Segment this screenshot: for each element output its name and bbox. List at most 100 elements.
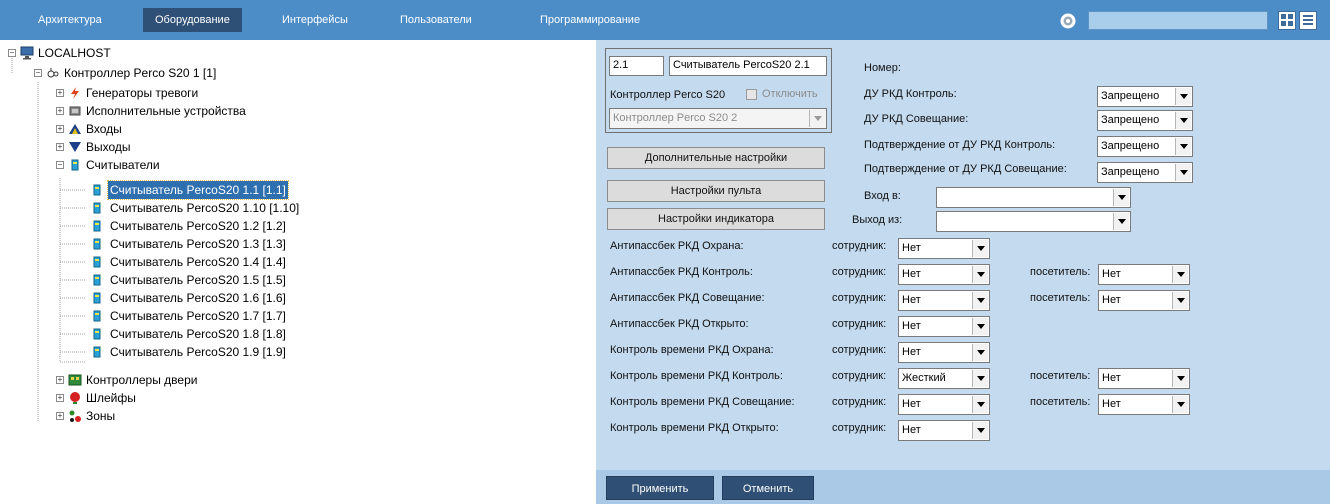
employee-label: сотрудник: [832,292,887,304]
computer-icon [20,46,34,60]
grid-view-icon[interactable] [1278,11,1296,30]
visitor-label: посетитель: [1030,396,1091,408]
row-label: Контроль времени РКД Совещание: [610,396,795,408]
equipment-tree: − LOCALHOST − Контроллер Perco S20 1 [1]… [6,40,596,504]
row-label: Контроль времени РКД Контроль: [610,370,783,382]
apply-button[interactable]: Применить [606,476,714,500]
expand-icon[interactable]: + [56,412,64,420]
expand-icon[interactable]: + [56,107,64,115]
select-value: Нет [1102,268,1121,280]
select-value: Нет [902,346,921,358]
disable-checkbox[interactable] [746,89,757,100]
chevron-down-icon [1172,266,1188,283]
tree-node-label: Считыватель PercoS20 1.4 [1.4] [110,255,286,269]
expand-icon[interactable]: + [56,143,64,151]
entry-select[interactable] [936,187,1131,208]
chevron-down-icon [1175,164,1191,181]
row-label: Антипассбек РКД Открыто: [610,318,749,330]
collapse-icon[interactable]: − [8,49,16,57]
confirm-control-select[interactable]: Запрещено [1097,136,1193,157]
tab-programming[interactable]: Программирование [528,8,652,32]
row-label: Антипассбек РКД Контроль: [610,266,753,278]
number-field[interactable]: 2.1 [609,56,664,76]
chevron-down-icon [1172,292,1188,309]
controller-icon [47,68,59,78]
select-value: Запрещено [1101,114,1160,126]
chevron-down-icon [972,292,988,309]
controller-select[interactable]: Контроллер Perco S20 2 [609,108,827,129]
visitor-select[interactable]: Нет [1098,290,1190,311]
search-input[interactable] [1088,11,1268,30]
employee-select[interactable]: Жесткий [898,368,990,389]
row-label: Антипассбек РКД Охрана: [610,240,744,252]
tree-node-label: Считыватель PercoS20 1.1 [1.1] [107,180,289,200]
chevron-down-icon [1175,112,1191,129]
chevron-down-icon [972,422,988,439]
tab-equipment[interactable]: Оборудование [143,8,242,32]
visitor-select[interactable]: Нет [1098,368,1190,389]
collapse-icon[interactable]: − [34,69,42,77]
reader-icon [93,238,101,250]
employee-select[interactable]: Нет [898,420,990,441]
tree-node-label: Выходы [86,140,131,154]
reader-icon [93,274,101,286]
confirm-meeting-select[interactable]: Запрещено [1097,162,1193,183]
row-label: Антипассбек РКД Совещание: [610,292,765,304]
select-value: Нет [902,242,921,254]
door-controller-icon [68,374,82,386]
tab-interfaces[interactable]: Интерфейсы [270,8,360,32]
expand-icon[interactable]: + [56,125,64,133]
row-label: Контроль времени РКД Открыто: [610,422,779,434]
du-rkd-control-select[interactable]: Запрещено [1097,86,1193,107]
tab-architecture[interactable]: Архитектура [26,8,114,32]
expand-icon[interactable]: + [56,376,64,384]
employee-select[interactable]: Нет [898,264,990,285]
indicator-settings-button[interactable]: Настройки индикатора [607,208,825,230]
cancel-button[interactable]: Отменить [722,476,814,500]
employee-select[interactable]: Нет [898,290,990,311]
tree-node-label: Считыватель PercoS20 1.9 [1.9] [110,345,286,359]
chevron-down-icon [1172,370,1188,387]
select-value: Запрещено [1101,166,1160,178]
collapse-icon[interactable]: − [56,161,64,169]
console-settings-button[interactable]: Настройки пульта [607,180,825,202]
select-value: Нет [902,294,921,306]
employee-label: сотрудник: [832,318,887,330]
tree-node-label: Генераторы тревоги [86,86,199,100]
visitor-select[interactable]: Нет [1098,394,1190,415]
visitor-select[interactable]: Нет [1098,264,1190,285]
employee-select[interactable]: Нет [898,394,990,415]
chevron-down-icon [972,396,988,413]
select-value: Нет [902,398,921,410]
employee-select[interactable]: Нет [898,316,990,337]
employee-select[interactable]: Нет [898,238,990,259]
name-field[interactable]: Считыватель PercoS20 2.1 [669,56,827,76]
expand-icon[interactable]: + [56,394,64,402]
tree-node-label: Считыватель PercoS20 1.10 [1.10] [110,201,300,215]
tree-node-label: Считыватель PercoS20 1.8 [1.8] [110,327,286,341]
reader-icon [93,292,101,304]
disable-label: Отключить [762,88,818,100]
tree-node-label: Исполнительные устройства [86,104,246,118]
tab-users[interactable]: Пользователи [388,8,484,32]
tree-node-label: Считыватель PercoS20 1.7 [1.7] [110,309,286,323]
visitor-label: посетитель: [1030,370,1091,382]
du-rkd-meeting-select[interactable]: Запрещено [1097,110,1193,131]
exit-select[interactable] [936,211,1131,232]
select-value: Нет [1102,294,1121,306]
search-settings-icon[interactable] [1060,13,1076,29]
controller-label: Контроллер Perco S20 [610,89,726,101]
du-rkd-meeting-label: ДУ РКД Совещание: [864,113,969,125]
controller-select-value: Контроллер Perco S20 2 [613,112,738,124]
select-value: Жесткий [902,372,946,384]
visitor-label: посетитель: [1030,292,1091,304]
tree-node-label: Считыватель PercoS20 1.3 [1.3] [110,237,286,251]
row-label: Контроль времени РКД Охрана: [610,344,774,356]
loop-icon [70,392,80,404]
output-icon [69,142,81,152]
extra-settings-button[interactable]: Дополнительные настройки [607,147,825,169]
list-view-icon[interactable] [1299,11,1317,30]
select-value: Нет [1102,398,1121,410]
employee-select[interactable]: Нет [898,342,990,363]
expand-icon[interactable]: + [56,89,64,97]
